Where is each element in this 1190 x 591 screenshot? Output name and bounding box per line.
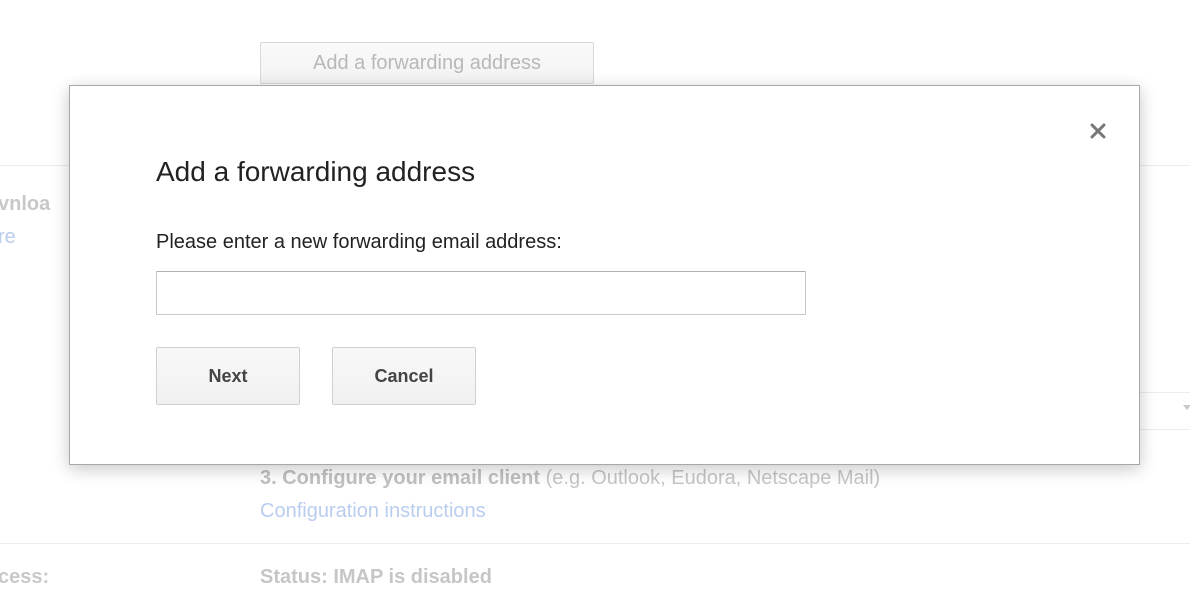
imap-access-label: cess: (0, 566, 50, 588)
email-field-label: Please enter a new forwarding email addr… (156, 231, 562, 253)
step-title: 3. Configure your email client (260, 467, 541, 489)
step-configure-email-client: 3. Configure your email client (e.g. Out… (260, 467, 880, 490)
add-forwarding-address-dialog: Add a forwarding address Please enter a … (69, 85, 1140, 465)
dialog-title: Add a forwarding address (156, 156, 476, 187)
truncated-setting-label: vnloa (0, 193, 51, 215)
close-icon[interactable] (1085, 118, 1111, 144)
add-forwarding-address-button[interactable]: Add a forwarding address (260, 42, 594, 84)
chevron-down-icon (1183, 405, 1190, 410)
imap-status: Status: IMAP is disabled (260, 566, 492, 588)
configuration-instructions-link[interactable]: Configuration instructions (260, 500, 486, 523)
divider (0, 543, 1190, 544)
truncated-learn-more-link[interactable]: re (0, 226, 16, 249)
step-examples: (e.g. Outlook, Eudora, Netscape Mail) (540, 467, 881, 489)
next-button[interactable]: Next (156, 347, 300, 405)
forwarding-email-input[interactable] (156, 271, 806, 315)
cancel-button[interactable]: Cancel (332, 347, 476, 405)
